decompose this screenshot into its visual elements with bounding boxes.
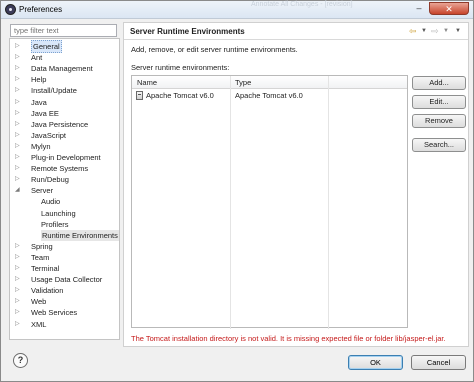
background-window-title: Annotate All Changes - [revision] xyxy=(251,1,353,8)
tree-item-label: Java Persistence xyxy=(31,119,89,129)
collapsed-arrow-icon[interactable]: ▷ xyxy=(15,241,23,252)
view-menu-icon[interactable]: ▼ xyxy=(455,28,461,34)
tree-item-label: Audio xyxy=(41,197,61,207)
collapsed-arrow-icon[interactable]: ▷ xyxy=(15,152,23,163)
tree-item-label: Remote Systems xyxy=(31,164,89,174)
collapsed-arrow-icon[interactable]: ▷ xyxy=(15,296,23,307)
collapsed-arrow-icon[interactable]: ▷ xyxy=(15,130,23,141)
tree-item-label: Usage Data Collector xyxy=(31,275,103,285)
table-row[interactable]: Apache Tomcat v6.0 Apache Tomcat v6.0 xyxy=(132,90,407,102)
content-pane: Server Runtime Environments ⇦ ▼ ⇨ ▼ ▼ Ad… xyxy=(123,22,469,347)
collapsed-arrow-icon[interactable]: ▷ xyxy=(15,41,23,52)
collapsed-arrow-icon[interactable]: ▷ xyxy=(15,63,23,74)
preferences-window: Preferences Annotate All Changes - [revi… xyxy=(0,0,474,382)
expanded-arrow-icon[interactable]: ◢ xyxy=(15,185,23,196)
tree-item-label: Profilers xyxy=(41,219,69,229)
tree-item-label: General xyxy=(31,40,62,53)
filter-input[interactable] xyxy=(10,24,117,37)
tree-item-label: Java xyxy=(31,97,47,107)
collapsed-arrow-icon[interactable]: ▷ xyxy=(15,285,23,296)
tree-item-label: Plug-in Development xyxy=(31,153,101,162)
close-icon[interactable]: ✕ xyxy=(429,2,469,15)
back-arrow-icon[interactable]: ⇦ xyxy=(409,26,417,37)
title-bar: Preferences Annotate All Changes - [revi… xyxy=(1,1,473,19)
tree-item-label: XML xyxy=(31,319,47,329)
search-button[interactable]: Search... xyxy=(412,138,466,152)
column-header-name[interactable]: Name xyxy=(137,78,157,87)
collapsed-arrow-icon[interactable]: ▷ xyxy=(15,74,23,85)
collapsed-arrow-icon[interactable]: ▷ xyxy=(15,274,23,285)
tree-item-label: JavaScript xyxy=(31,130,67,140)
back-dropdown-icon[interactable]: ▼ xyxy=(421,28,427,34)
collapsed-arrow-icon[interactable]: ▷ xyxy=(15,119,23,130)
tree-item-label: Help xyxy=(31,75,47,85)
error-message: The Tomcat installation directory is not… xyxy=(131,334,446,343)
tree-item-label: Team xyxy=(31,252,50,262)
collapsed-arrow-icon[interactable]: ▷ xyxy=(15,263,23,274)
tree-item-label: Data Management xyxy=(31,64,93,74)
window-title: Preferences xyxy=(19,5,63,14)
page-description: Add, remove, or edit server runtime envi… xyxy=(131,45,298,54)
minimize-icon[interactable]: – xyxy=(409,2,429,15)
collapsed-arrow-icon[interactable]: ▷ xyxy=(15,108,23,119)
table-header: Name Type xyxy=(132,76,407,89)
collapsed-arrow-icon[interactable]: ▷ xyxy=(15,52,23,63)
collapsed-arrow-icon[interactable]: ▷ xyxy=(15,141,23,152)
tree-item-label: Web Services xyxy=(31,308,78,318)
collapsed-arrow-icon[interactable]: ▷ xyxy=(15,97,23,108)
collapsed-arrow-icon[interactable]: ▷ xyxy=(15,319,23,330)
collapsed-arrow-icon[interactable]: ▷ xyxy=(15,85,23,96)
runtime-name-cell: Apache Tomcat v6.0 xyxy=(146,91,214,100)
column-divider xyxy=(328,76,329,329)
ok-button[interactable]: OK xyxy=(348,355,403,370)
collapsed-arrow-icon[interactable]: ▷ xyxy=(15,307,23,318)
tree-item-label: Runtime Environments xyxy=(41,229,119,241)
tree-item-label: Validation xyxy=(31,286,64,296)
add-button[interactable]: Add... xyxy=(412,76,466,90)
forward-dropdown-icon[interactable]: ▼ xyxy=(443,28,449,34)
remove-button[interactable]: Remove xyxy=(412,114,466,128)
tree-item-label: Java EE xyxy=(31,108,59,118)
tree-item-label: Terminal xyxy=(31,264,60,273)
cancel-button[interactable]: Cancel xyxy=(411,355,466,370)
tree-item-label: Mylyn xyxy=(31,141,51,151)
tree-item-label: Run/Debug xyxy=(31,175,69,185)
tree-item-label: Install/Update xyxy=(31,86,77,96)
edit-button[interactable]: Edit... xyxy=(412,95,466,109)
server-icon xyxy=(136,91,143,100)
column-divider xyxy=(230,76,231,329)
runtime-list-label: Server runtime environments: xyxy=(131,63,230,72)
tree-item-label: Ant xyxy=(31,53,43,63)
forward-arrow-icon[interactable]: ⇨ xyxy=(431,26,439,37)
collapsed-arrow-icon[interactable]: ▷ xyxy=(15,174,23,185)
tree-item-label: Launching xyxy=(41,208,76,218)
preferences-tree[interactable]: ▷ General ▷ Ant ▷ Data Management ▷ Help ▷ Instal… xyxy=(9,38,120,340)
page-title: Server Runtime Environments xyxy=(130,27,245,36)
tree-item-label: Spring xyxy=(31,241,53,251)
tree-item-label: Server xyxy=(31,186,54,196)
page-header: Server Runtime Environments ⇦ ▼ ⇨ ▼ ▼ xyxy=(124,23,468,40)
collapsed-arrow-icon[interactable]: ▷ xyxy=(15,252,23,263)
tree-item-label: Web xyxy=(31,297,47,307)
column-header-type[interactable]: Type xyxy=(235,78,251,87)
collapsed-arrow-icon[interactable]: ▷ xyxy=(15,163,23,174)
runtime-type-cell: Apache Tomcat v6.0 xyxy=(235,91,303,100)
runtime-table[interactable]: Name Type Apache Tomcat v6.0 Apache Tomc… xyxy=(131,75,408,329)
help-icon[interactable]: ? xyxy=(13,353,28,368)
eclipse-app-icon xyxy=(5,4,16,15)
